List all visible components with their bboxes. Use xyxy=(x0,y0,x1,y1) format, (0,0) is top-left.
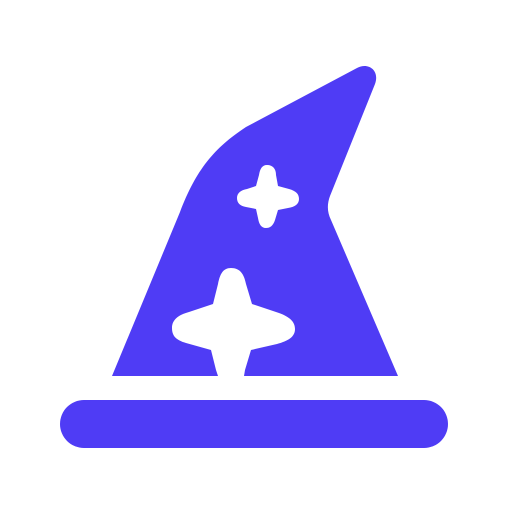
wizard-hat-icon xyxy=(60,65,448,448)
icon-canvas xyxy=(0,0,512,512)
hat-brim xyxy=(60,400,448,448)
